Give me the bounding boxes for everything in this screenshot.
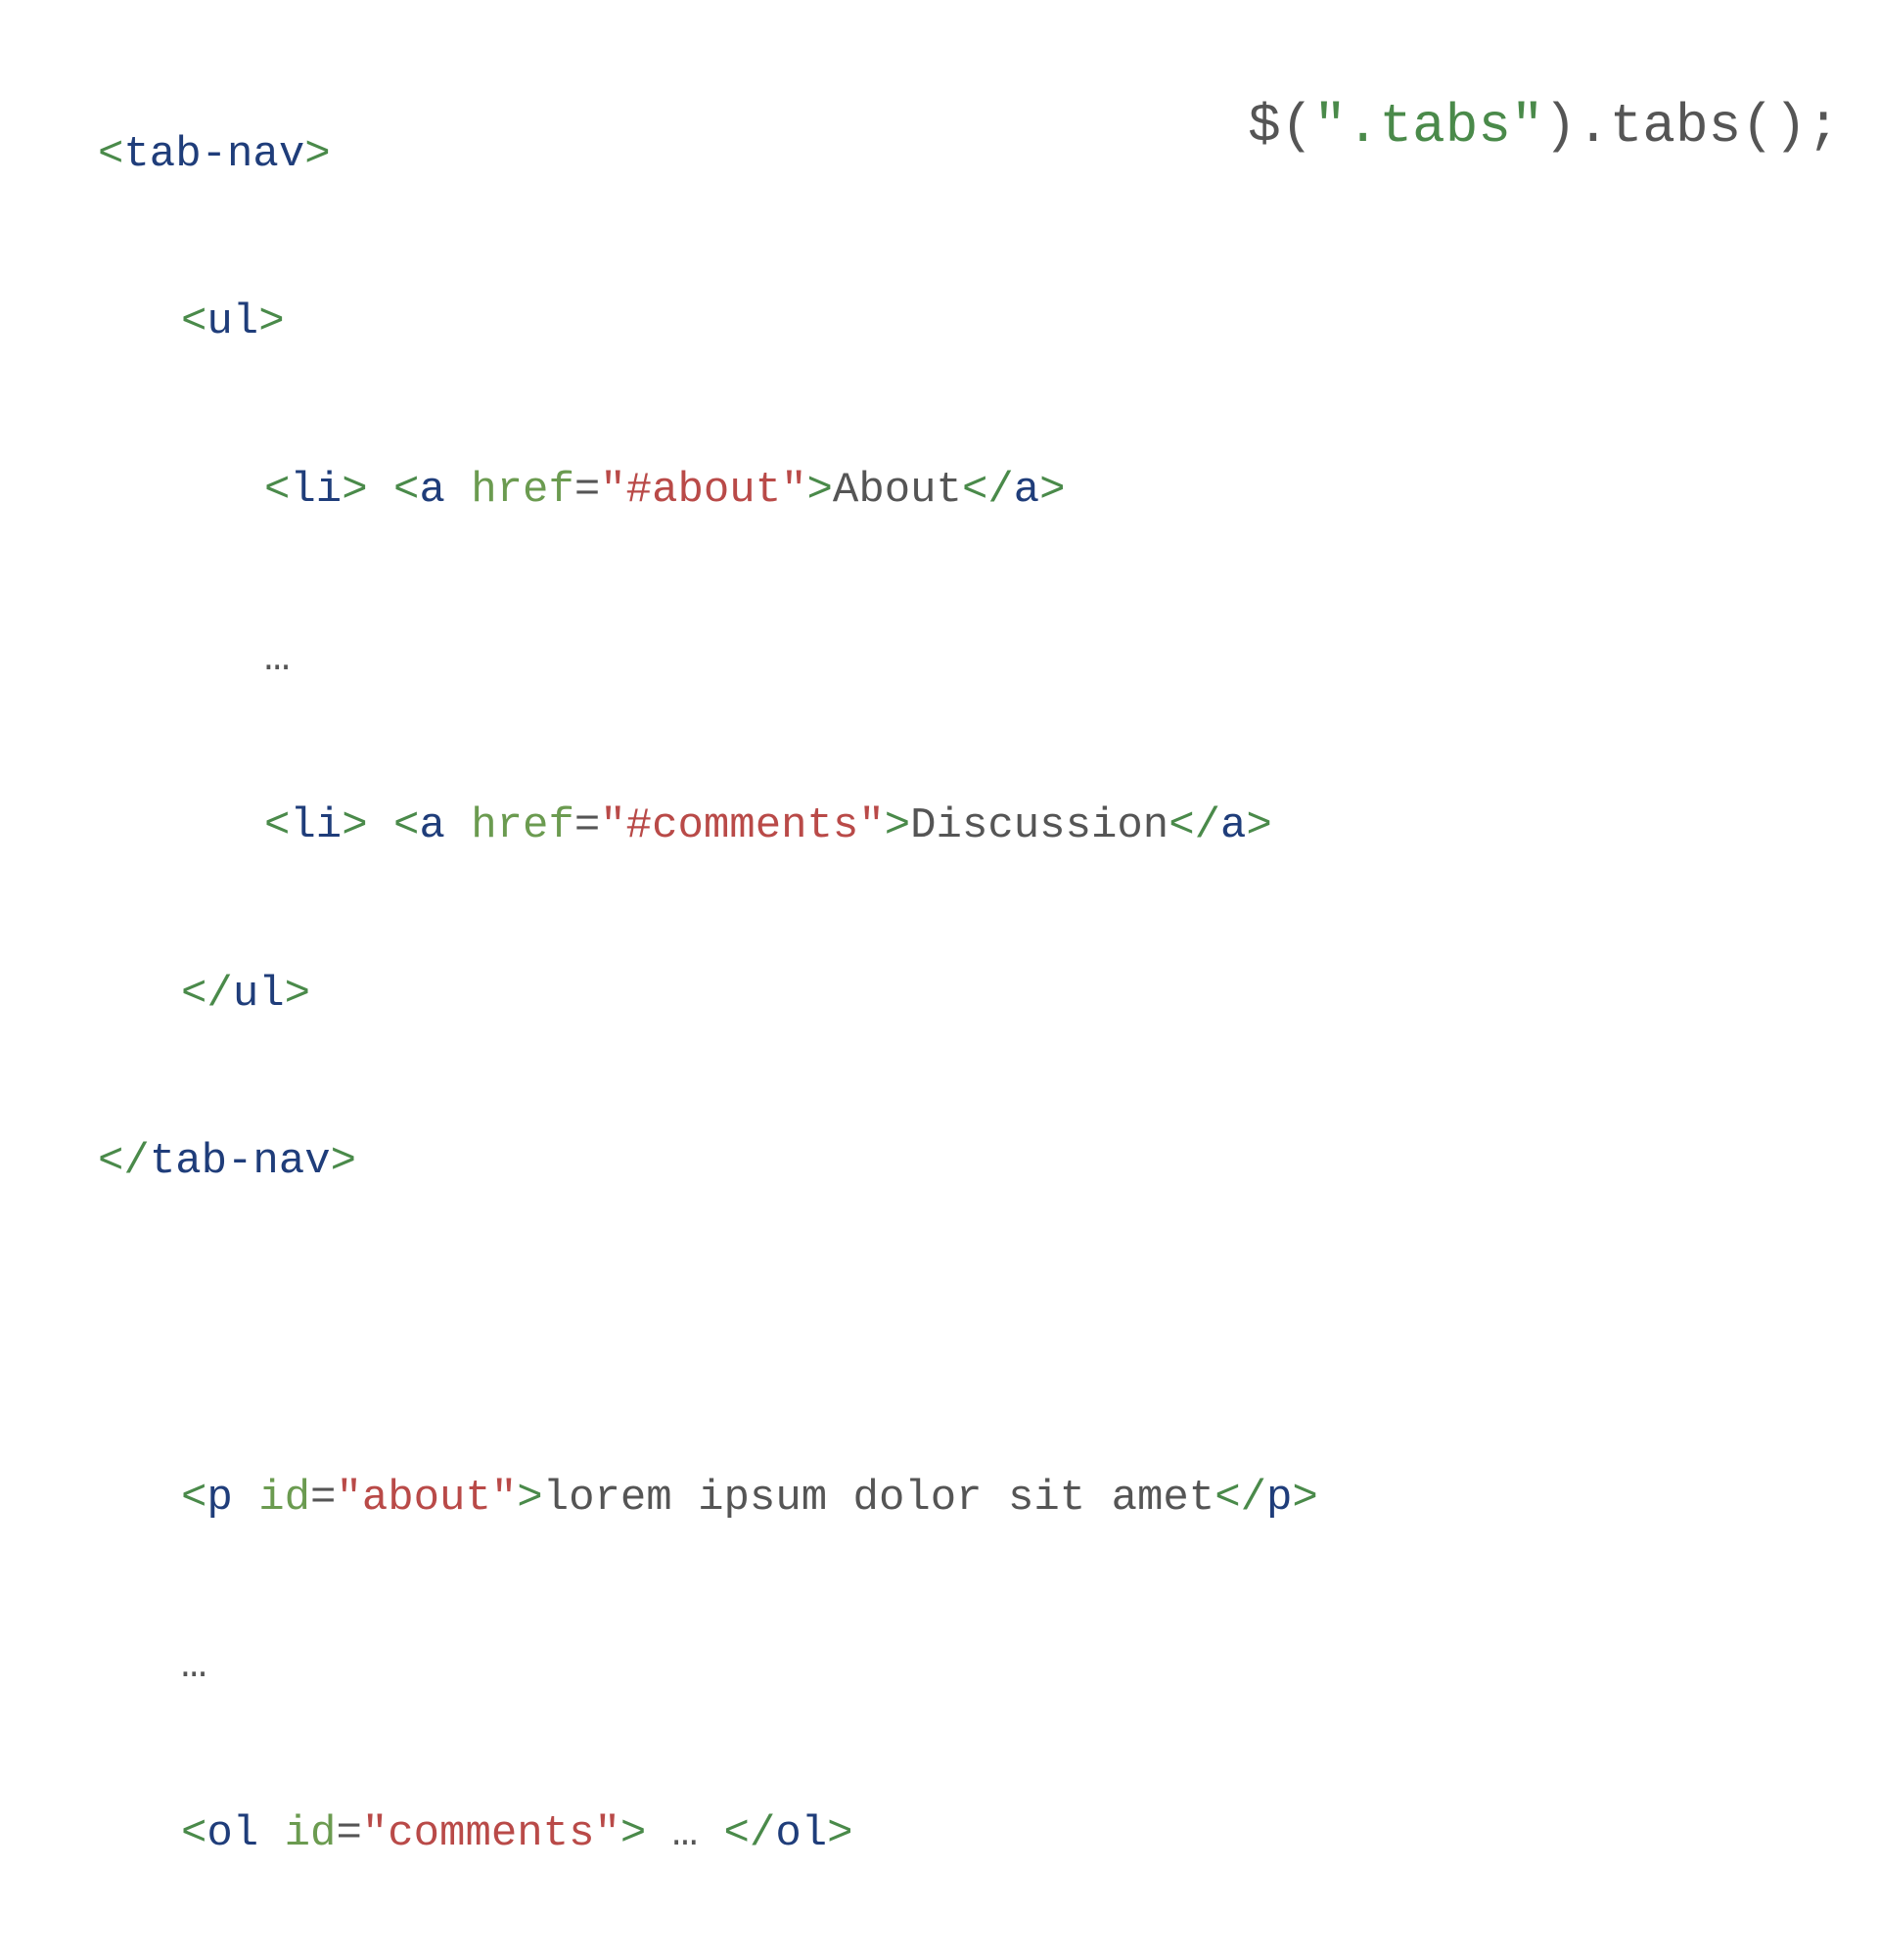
ellipsis: … (181, 1641, 206, 1690)
tag-a: a (419, 801, 444, 850)
code-line-6: </ul> (98, 953, 1879, 1037)
bracket-close: > (807, 466, 833, 515)
bracket-close: > (258, 297, 284, 346)
attr-href: href (471, 466, 574, 515)
tag-ul-close: ul (233, 970, 285, 1019)
attr-value-comments: "#comments" (600, 801, 884, 850)
bracket-close: > (342, 466, 367, 515)
bracket-open: < (181, 297, 206, 346)
space (445, 801, 471, 850)
tag-li: li (290, 466, 342, 515)
attr-href: href (471, 801, 574, 850)
ellipsis: … (264, 634, 290, 683)
space (368, 466, 393, 515)
bracket-open: < (264, 801, 290, 850)
tag-a: a (419, 466, 444, 515)
tag-p-close: p (1266, 1474, 1292, 1523)
code-line-11: <ol id="comments"> … </ol> (98, 1793, 1879, 1877)
space (258, 1809, 284, 1858)
tag-ul: ul (206, 297, 258, 346)
code-line-2: <ul> (98, 281, 1879, 365)
bracket-open: < (393, 801, 419, 850)
bracket-open: < (181, 1474, 206, 1523)
bracket-close: > (1246, 801, 1271, 850)
bracket-close: > (1292, 1474, 1317, 1523)
tag-a-close: a (1220, 801, 1246, 850)
bracket-open: < (393, 466, 419, 515)
code-line-3: <li> <a href="#about">About</a> (98, 449, 1879, 533)
code-slide: <tab-nav> <ul> <li> <a href="#about">Abo… (98, 29, 1879, 1960)
attr-value-about: "about" (336, 1474, 517, 1523)
attr-value-about: "#about" (600, 466, 806, 515)
link-text-about: About (833, 466, 962, 515)
bracket-close: > (517, 1474, 542, 1523)
space (233, 1474, 258, 1523)
bracket-end-open: </ (181, 970, 233, 1019)
bracket-end-open: </ (724, 1809, 776, 1858)
jquery-annotation: $(".tabs").tabs(); (1248, 73, 1840, 180)
link-text-discussion: Discussion (910, 801, 1169, 850)
code-line-9: <p id="about">lorem ipsum dolor sit amet… (98, 1457, 1879, 1541)
bracket-end-open: </ (962, 466, 1014, 515)
equals: = (574, 801, 600, 850)
space (368, 801, 393, 850)
code-line-4: … (98, 617, 1879, 702)
equals: = (574, 466, 600, 515)
bracket-open: < (181, 1809, 206, 1858)
bracket-close: > (885, 801, 910, 850)
tag-ol-close: ol (775, 1809, 827, 1858)
attr-id: id (258, 1474, 310, 1523)
bracket-open: < (264, 466, 290, 515)
space (445, 466, 471, 515)
paragraph-content: lorem ipsum dolor sit amet (543, 1474, 1215, 1523)
bracket-close: > (285, 970, 310, 1019)
js-prefix: $( (1248, 95, 1313, 158)
bracket-end-open: </ (1214, 1474, 1266, 1523)
bracket-end-open: </ (98, 1137, 150, 1186)
attr-value-comments: "comments" (362, 1809, 620, 1858)
bracket-close: > (827, 1809, 852, 1858)
tag-tab-nav: tab-nav (123, 130, 304, 179)
equals: = (310, 1474, 336, 1523)
bracket-close: > (331, 1137, 356, 1186)
code-line-7: </tab-nav> (98, 1120, 1879, 1205)
ol-content: … (646, 1809, 723, 1858)
tag-tab-nav-close: tab-nav (150, 1137, 331, 1186)
attr-id: id (285, 1809, 337, 1858)
bracket-close: > (342, 801, 367, 850)
bracket-close: > (1039, 466, 1065, 515)
js-string-selector: ".tabs" (1313, 95, 1543, 158)
code-line-5: <li> <a href="#comments">Discussion</a> (98, 785, 1879, 869)
tag-a-close: a (1014, 466, 1039, 515)
tag-li: li (290, 801, 342, 850)
bracket-open: < (98, 130, 123, 179)
bracket-end-open: </ (1169, 801, 1220, 850)
equals: = (336, 1809, 361, 1858)
bracket-close: > (304, 130, 330, 179)
tag-p: p (206, 1474, 232, 1523)
blank-line (98, 1289, 1879, 1373)
js-suffix: ).tabs(); (1544, 95, 1840, 158)
tag-ol: ol (206, 1809, 258, 1858)
bracket-close: > (620, 1809, 646, 1858)
code-line-10: … (98, 1624, 1879, 1709)
